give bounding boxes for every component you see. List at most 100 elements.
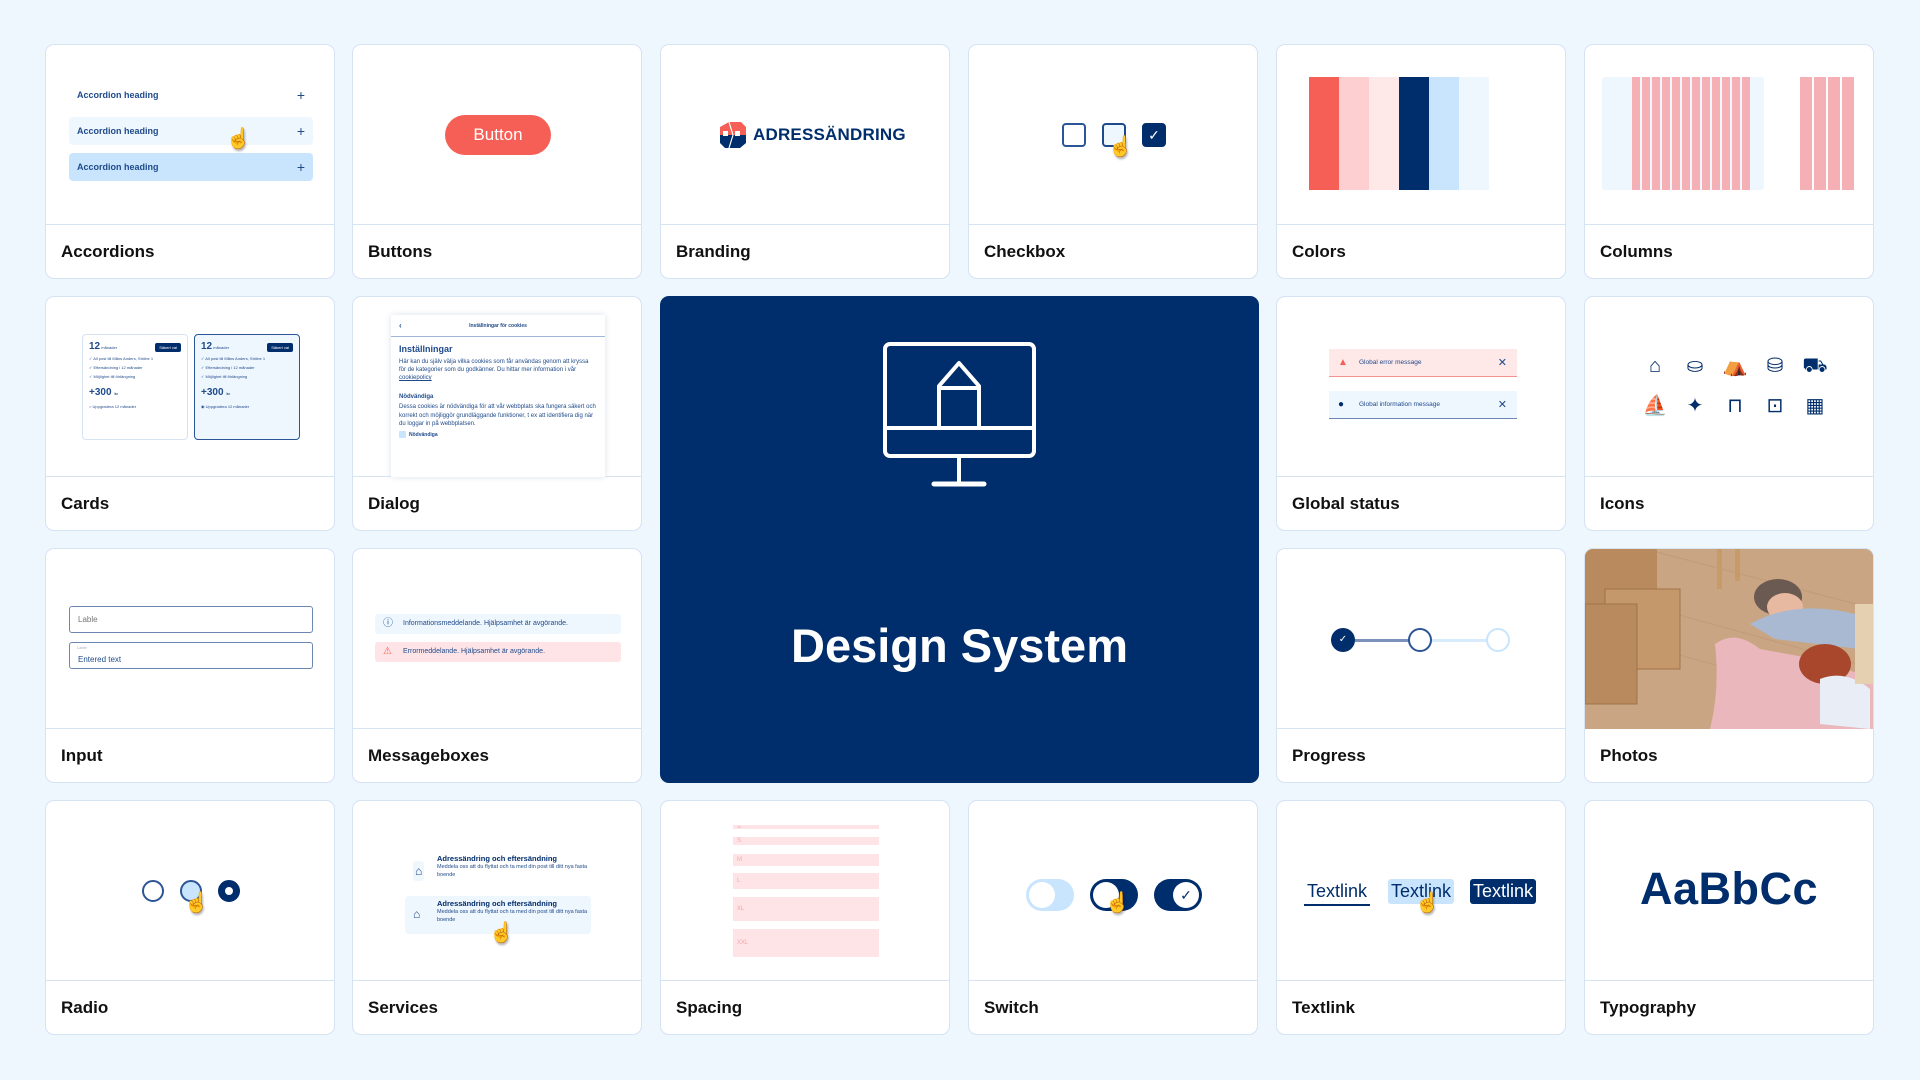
card-icons[interactable]: ⌂ ⛀ ⛺ ⛁ ⛟ ⛵ ✦ ⊓ ⊡ ▦ Icons (1584, 296, 1874, 531)
card-typography[interactable]: AaBbCc Typography (1584, 800, 1874, 1035)
card-label: Spacing (676, 998, 743, 1017)
dialog-header: ‹ Inställningar för cookies (391, 315, 605, 337)
card-label: Columns (1600, 242, 1673, 261)
card-label: Colors (1292, 242, 1346, 261)
card-buttons[interactable]: Button Buttons (352, 44, 642, 279)
card-label: Progress (1292, 746, 1366, 765)
card-months: 12 (201, 341, 213, 352)
moving-photo (1585, 549, 1873, 729)
card-textlink[interactable]: Textlink Textlink Textlink ☝ Textlink (1276, 800, 1566, 1035)
brand-logo: ADRESSÄNDRING (717, 121, 906, 149)
card-label: Services (368, 998, 438, 1017)
card-design-system-feature[interactable]: Design System (660, 296, 1259, 783)
card-label: Global status (1292, 494, 1400, 513)
card-progress[interactable]: ✓ Progress (1276, 548, 1566, 783)
typography-sample: AaBbCc (1639, 863, 1819, 914)
upgrade-radio[interactable]: ◉ Uppgradera 12 månader (201, 404, 293, 409)
cookie-dialog: ‹ Inställningar för cookies Inställninga… (391, 315, 605, 477)
card-services[interactable]: ⌂ Adressändring och eftersändning Meddel… (352, 800, 642, 1035)
switch-off[interactable] (1026, 879, 1074, 911)
card-accordions[interactable]: Accordion heading + Accordion heading + … (45, 44, 335, 279)
filled-input[interactable] (69, 642, 313, 669)
card-columns[interactable]: Columns (1584, 44, 1874, 279)
column-bar (1814, 77, 1826, 190)
dialog-section-title: Nödvändiga (399, 393, 434, 400)
accordion-heading: Accordion heading (77, 126, 159, 136)
product-card[interactable]: 12 månader Säkert val ✓ All post till Må… (82, 334, 188, 440)
branding-preview: ADRESSÄNDRING (661, 45, 949, 225)
textlink-active[interactable]: Textlink (1470, 879, 1537, 904)
feature-item: ✓ Möjlighet till förlängning (89, 374, 136, 379)
empty-input[interactable] (69, 606, 313, 633)
chevron-left-icon[interactable]: ‹ (399, 315, 402, 337)
card-photos[interactable]: Photos (1584, 548, 1874, 783)
dialog-preview: ‹ Inställningar för cookies Inställninga… (353, 297, 641, 477)
column-bar (1842, 77, 1854, 190)
accordion-item[interactable]: Accordion heading + (69, 153, 313, 181)
sample-button[interactable]: Button (445, 115, 551, 155)
necessary-checkbox[interactable]: Nödvändiga (399, 431, 597, 439)
radio-unselected[interactable] (142, 880, 164, 902)
card-input[interactable]: Lable Input (45, 548, 335, 783)
radio-preview: ☝ (46, 801, 334, 981)
product-card-selected[interactable]: 12 månader Säkert val ✓ All post till Må… (194, 334, 300, 440)
column-bar (1732, 77, 1740, 190)
armchair-icon: ⛀ (1686, 355, 1704, 377)
checkbox-unchecked[interactable] (1062, 123, 1086, 147)
accordion-item[interactable]: Accordion heading + (69, 117, 313, 145)
unlocked-icon: ⊓ (1727, 395, 1743, 417)
caravan-icon: ⛟ (1802, 355, 1828, 377)
card-messageboxes[interactable]: ⓘ Informationsmeddelande. Hjälpsamhet är… (352, 548, 642, 783)
lock-icon: ⊡ (1766, 395, 1784, 417)
close-icon[interactable]: ✕ (1498, 349, 1507, 377)
progress-step-pending[interactable] (1486, 628, 1510, 652)
typography-preview: AaBbCc (1585, 801, 1873, 981)
column-bar (1722, 77, 1730, 190)
card-label: Photos (1600, 746, 1658, 765)
color-swatch (1399, 77, 1429, 190)
plus-icon: + (296, 159, 305, 175)
service-text: Meddela oss att du flyttat och ta med di… (437, 864, 588, 878)
card-cards[interactable]: 12 månader Säkert val ✓ All post till Må… (45, 296, 335, 531)
card-dialog[interactable]: ‹ Inställningar för cookies Inställninga… (352, 296, 642, 531)
check-icon: ✓ (1148, 127, 1160, 143)
checkbox-checked[interactable]: ✓ (1142, 123, 1166, 147)
card-radio[interactable]: ☝ Radio (45, 800, 335, 1035)
radio-selected[interactable] (218, 880, 240, 902)
checkbox-preview: ✓ ☝ (969, 45, 1257, 225)
input-preview: Lable (46, 549, 334, 729)
card-checkbox[interactable]: ✓ ☝ Checkbox (968, 44, 1258, 279)
card-switch[interactable]: ✓ ☝ Switch (968, 800, 1258, 1035)
global-status-preview: ▲ Global error message ✕ ● Global inform… (1277, 297, 1565, 477)
plus-icon: + (296, 123, 305, 139)
column-bar (1632, 77, 1640, 190)
card-label: Accordions (61, 242, 155, 261)
cookiepolicy-link[interactable]: cookiepolicy (399, 375, 432, 381)
info-circle-icon: ⓘ (383, 618, 393, 629)
card-colors[interactable]: Colors (1276, 44, 1566, 279)
card-unit: månader (101, 345, 118, 350)
accordion-item[interactable]: Accordion heading + (69, 81, 313, 109)
switch-on[interactable]: ✓ (1154, 879, 1202, 911)
card-branding[interactable]: ADRESSÄNDRING Branding (660, 44, 950, 279)
textlink-default[interactable]: Textlink (1304, 879, 1371, 906)
column-bar (1682, 77, 1690, 190)
accordion-heading: Accordion heading (77, 162, 159, 172)
service-item[interactable]: ⌂ Adressändring och eftersändning Meddel… (405, 851, 591, 889)
color-swatch (1339, 77, 1369, 190)
close-icon[interactable]: ✕ (1498, 391, 1507, 419)
monitor-pen-icon (883, 342, 1036, 487)
card-label: Dialog (368, 494, 420, 513)
progress-step-complete[interactable]: ✓ (1331, 628, 1355, 652)
pointer-cursor-icon: ☝ (489, 922, 514, 944)
card-spacing[interactable]: XS S M L XL XXL Spacing (660, 800, 950, 1035)
card-tag: Säkert val (155, 343, 181, 352)
icon-grid: ⌂ ⛀ ⛺ ⛁ ⛟ ⛵ ✦ ⊓ ⊡ ▦ (1635, 354, 1835, 418)
card-global-status[interactable]: ▲ Global error message ✕ ● Global inform… (1276, 296, 1566, 531)
column-bar (1742, 77, 1750, 190)
color-swatch (1429, 77, 1459, 190)
card-label: Textlink (1292, 998, 1355, 1017)
progress-step-current[interactable] (1408, 628, 1432, 652)
column-bar (1672, 77, 1680, 190)
upgrade-radio[interactable]: ○ Uppgradera 12 månader (89, 404, 181, 409)
